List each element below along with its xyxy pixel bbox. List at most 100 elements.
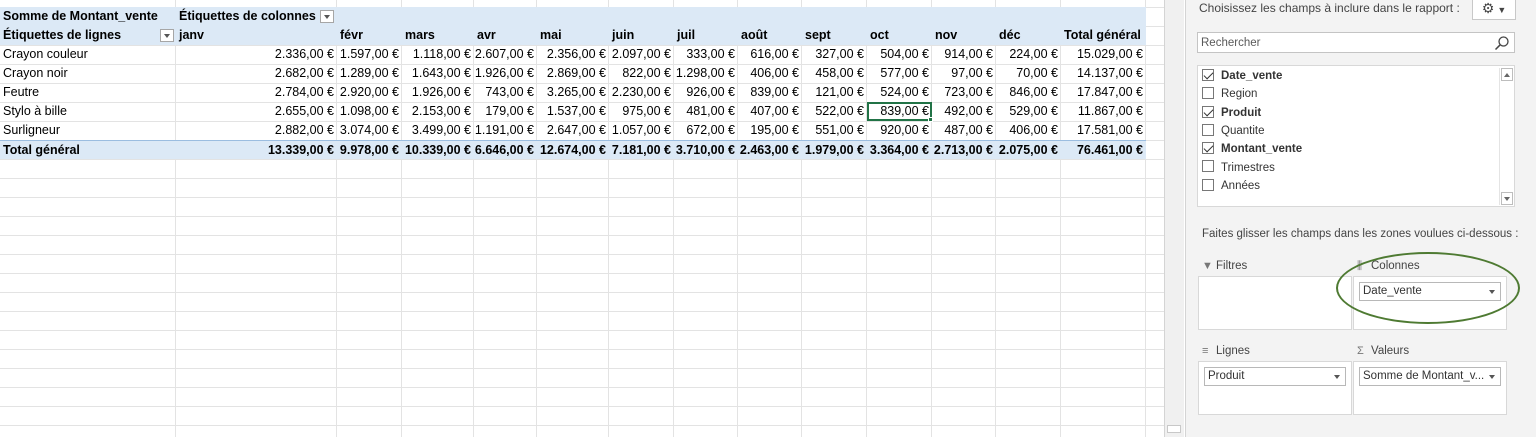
grand-total-cell[interactable]: 2.463,00 € <box>738 141 802 160</box>
field-item-années[interactable]: Années <box>1202 177 1260 195</box>
scroll-up-arrow[interactable] <box>1501 68 1513 81</box>
row-label[interactable]: Feutre <box>0 83 176 102</box>
month-header-févr[interactable]: févr <box>337 26 402 45</box>
row-total-cell[interactable]: 17.847,00 € <box>1061 83 1146 102</box>
field-search-input[interactable] <box>1198 33 1488 52</box>
row-label[interactable]: Stylo à bille <box>0 102 176 121</box>
values-drop-zone[interactable]: Somme de Montant_v... <box>1353 361 1507 415</box>
column-labels-dropdown-button[interactable] <box>320 10 334 23</box>
field-item-trimestres[interactable]: Trimestres <box>1202 159 1275 177</box>
value-cell[interactable]: 914,00 € <box>932 45 996 64</box>
field-checkbox[interactable] <box>1202 160 1214 173</box>
field-item-date_vente[interactable]: Date_vente <box>1202 67 1282 85</box>
value-cell[interactable]: 481,00 € <box>674 102 738 121</box>
value-cell[interactable]: 926,00 € <box>674 83 738 102</box>
month-header-mai[interactable]: mai <box>537 26 609 45</box>
selected-cell[interactable]: 839,00 € <box>867 102 932 121</box>
values-field-pill[interactable]: Somme de Montant_v... <box>1359 367 1501 386</box>
value-cell[interactable]: 839,00 € <box>738 83 802 102</box>
value-cell[interactable]: 2.647,00 € <box>537 121 609 140</box>
value-cell[interactable]: 195,00 € <box>738 121 802 140</box>
value-cell[interactable]: 2.230,00 € <box>609 83 674 102</box>
value-cell[interactable]: 551,00 € <box>802 121 867 140</box>
value-cell[interactable]: 529,00 € <box>996 102 1061 121</box>
value-cell[interactable]: 3.074,00 € <box>337 121 402 140</box>
value-cell[interactable]: 2.655,00 € <box>176 102 337 121</box>
value-cell[interactable]: 616,00 € <box>738 45 802 64</box>
row-total-cell[interactable]: 17.581,00 € <box>1061 121 1146 140</box>
month-header-juin[interactable]: juin <box>609 26 674 45</box>
field-item-montant_vente[interactable]: Montant_vente <box>1202 140 1302 158</box>
filters-area[interactable]: ▼ Filtres <box>1198 256 1352 330</box>
value-cell[interactable]: 1.098,00 € <box>337 102 402 121</box>
value-cell[interactable]: 1.118,00 € <box>402 45 474 64</box>
value-cell[interactable]: 846,00 € <box>996 83 1061 102</box>
month-header-mars[interactable]: mars <box>402 26 474 45</box>
value-cell[interactable]: 333,00 € <box>674 45 738 64</box>
value-cell[interactable]: 2.682,00 € <box>176 64 337 83</box>
value-cell[interactable]: 2.784,00 € <box>176 83 337 102</box>
row-total-cell[interactable]: 15.029,00 € <box>1061 45 1146 64</box>
value-cell[interactable]: 1.597,00 € <box>337 45 402 64</box>
value-cell[interactable]: 70,00 € <box>996 64 1061 83</box>
value-cell[interactable]: 3.265,00 € <box>537 83 609 102</box>
month-header-sept[interactable]: sept <box>802 26 867 45</box>
value-cell[interactable]: 920,00 € <box>867 121 932 140</box>
value-cell[interactable]: 577,00 € <box>867 64 932 83</box>
field-checkbox[interactable] <box>1202 123 1214 136</box>
value-cell[interactable]: 1.926,00 € <box>474 64 537 83</box>
field-search-box[interactable] <box>1197 32 1515 53</box>
value-cell[interactable]: 672,00 € <box>674 121 738 140</box>
sheet-vertical-scrollbar[interactable] <box>1164 0 1184 437</box>
grand-total-cell[interactable]: 9.978,00 € <box>337 141 402 160</box>
grand-total-cell[interactable]: 2.713,00 € <box>932 141 996 160</box>
month-header-nov[interactable]: nov <box>932 26 996 45</box>
value-cell[interactable]: 822,00 € <box>609 64 674 83</box>
grand-total-cell[interactable]: 2.075,00 € <box>996 141 1061 160</box>
row-labels-dropdown-button[interactable] <box>160 29 174 42</box>
grand-total-cell[interactable]: 1.979,00 € <box>802 141 867 160</box>
grand-total-column-header[interactable]: Total général <box>1061 26 1146 45</box>
value-cell[interactable]: 1.926,00 € <box>402 83 474 102</box>
row-total-cell[interactable]: 11.867,00 € <box>1061 102 1146 121</box>
value-cell[interactable]: 1.537,00 € <box>537 102 609 121</box>
field-checkbox[interactable] <box>1202 68 1214 81</box>
value-cell[interactable]: 524,00 € <box>867 83 932 102</box>
value-cell[interactable]: 504,00 € <box>867 45 932 64</box>
chevron-down-icon[interactable] <box>1334 375 1340 379</box>
month-header-déc[interactable]: déc <box>996 26 1061 45</box>
value-cell[interactable]: 2.882,00 € <box>176 121 337 140</box>
value-cell[interactable]: 1.643,00 € <box>402 64 474 83</box>
value-cell[interactable]: 2.356,00 € <box>537 45 609 64</box>
value-cell[interactable]: 743,00 € <box>474 83 537 102</box>
value-cell[interactable]: 2.336,00 € <box>176 45 337 64</box>
value-cell[interactable]: 1.191,00 € <box>474 121 537 140</box>
rows-area[interactable]: ≡ Lignes Produit <box>1198 341 1352 415</box>
month-header-juil[interactable]: juil <box>674 26 738 45</box>
value-cell[interactable]: 406,00 € <box>738 64 802 83</box>
value-cell[interactable]: 975,00 € <box>609 102 674 121</box>
row-label[interactable]: Crayon couleur <box>0 45 176 64</box>
row-label[interactable]: Crayon noir <box>0 64 176 83</box>
month-header-janv[interactable]: janv <box>176 26 337 45</box>
value-cell[interactable]: 97,00 € <box>932 64 996 83</box>
values-area[interactable]: Σ Valeurs Somme de Montant_v... <box>1353 341 1507 415</box>
value-cell[interactable]: 179,00 € <box>474 102 537 121</box>
value-cell[interactable]: 487,00 € <box>932 121 996 140</box>
rows-drop-zone[interactable]: Produit <box>1198 361 1352 415</box>
value-cell[interactable]: 327,00 € <box>802 45 867 64</box>
filters-drop-zone[interactable] <box>1198 276 1352 330</box>
grand-total-overall-cell[interactable]: 76.461,00 € <box>1061 141 1146 160</box>
chevron-down-icon[interactable] <box>1489 375 1495 379</box>
field-item-region[interactable]: Region <box>1202 85 1257 103</box>
scroll-down-arrow[interactable] <box>1501 192 1513 205</box>
row-total-cell[interactable]: 14.137,00 € <box>1061 64 1146 83</box>
month-header-oct[interactable]: oct <box>867 26 932 45</box>
value-cell[interactable]: 1.289,00 € <box>337 64 402 83</box>
grand-total-cell[interactable]: 3.710,00 € <box>674 141 738 160</box>
value-cell[interactable]: 407,00 € <box>738 102 802 121</box>
month-header-avr[interactable]: avr <box>474 26 537 45</box>
value-cell[interactable]: 1.298,00 € <box>674 64 738 83</box>
value-cell[interactable]: 522,00 € <box>802 102 867 121</box>
field-list-settings-button[interactable]: ⚙ ▼ <box>1472 0 1516 20</box>
